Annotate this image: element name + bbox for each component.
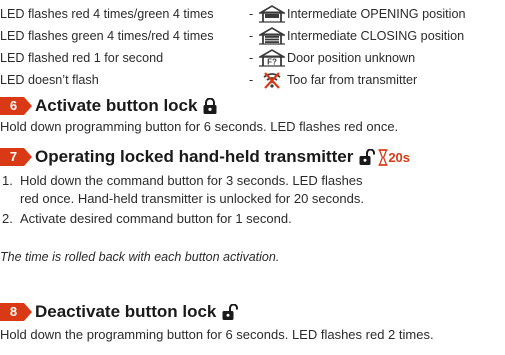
- section-number-badge: 8: [0, 303, 32, 321]
- status-row: LED flashes green 4 times/red 4 times - …: [0, 25, 505, 47]
- door-position-unknown-icon: F?: [259, 49, 285, 67]
- section-title: Activate button lock: [35, 96, 198, 115]
- separator: -: [249, 73, 254, 87]
- led-description: LED flashes green 4 times/red 4 times: [0, 29, 214, 43]
- list-item-text: red once. Hand-held transmitter is unloc…: [20, 191, 364, 206]
- status-description: Intermediate CLOSING position: [287, 29, 465, 43]
- hourglass-icon: [378, 148, 388, 166]
- timer-label: 20s: [388, 149, 411, 165]
- status-description: Intermediate OPENING position: [287, 7, 466, 21]
- section-number: 6: [9, 98, 18, 113]
- section-heading: 8 Deactivate button lock: [0, 301, 239, 323]
- lock-open-icon: [222, 304, 239, 320]
- section-heading: 7 Operating locked hand-held transmitter…: [0, 146, 410, 168]
- status-description: Door position unknown: [287, 51, 416, 65]
- list-item-text: Hold down the command button for 3 secon…: [20, 173, 363, 188]
- status-row: LED flashed red 1 for second - F? Door p…: [0, 47, 505, 69]
- status-row: LED flashes red 4 times/green 4 times - …: [0, 3, 505, 25]
- section-number-badge: 6: [0, 97, 32, 115]
- list-item-number: 1.: [2, 173, 13, 188]
- intermediate-opening-icon: [259, 5, 285, 23]
- section-number: 7: [9, 149, 18, 164]
- section-body: Hold down the programming button for 6 s…: [0, 327, 434, 342]
- status-description: Too far from transmitter: [287, 73, 418, 87]
- led-description: LED flashes red 4 times/green 4 times: [0, 7, 214, 21]
- status-row: LED doesn’t flash - Too far from transmi…: [0, 69, 505, 91]
- section-note: The time is rolled back with each button…: [0, 250, 280, 264]
- led-description: LED doesn’t flash: [0, 73, 99, 87]
- section-number-badge: 7: [0, 148, 32, 166]
- led-description: LED flashed red 1 for second: [0, 51, 164, 65]
- separator: -: [249, 29, 254, 43]
- section-heading: 6 Activate button lock: [0, 95, 217, 117]
- separator: -: [249, 7, 254, 21]
- section-body: Hold down programming button for 6 secon…: [0, 119, 399, 134]
- intermediate-closing-icon: [259, 27, 285, 45]
- svg-text:F?: F?: [267, 58, 277, 67]
- separator: -: [249, 51, 254, 65]
- no-signal-icon: [263, 72, 281, 89]
- list-item-text: Activate desired command button for 1 se…: [20, 211, 292, 226]
- lock-closed-icon: [203, 98, 217, 114]
- section-title: Deactivate button lock: [35, 302, 217, 321]
- section-number: 8: [9, 304, 18, 319]
- list-item-number: 2.: [2, 211, 13, 226]
- lock-open-icon: [359, 149, 376, 165]
- section-title: Operating locked hand-held transmitter: [35, 147, 354, 166]
